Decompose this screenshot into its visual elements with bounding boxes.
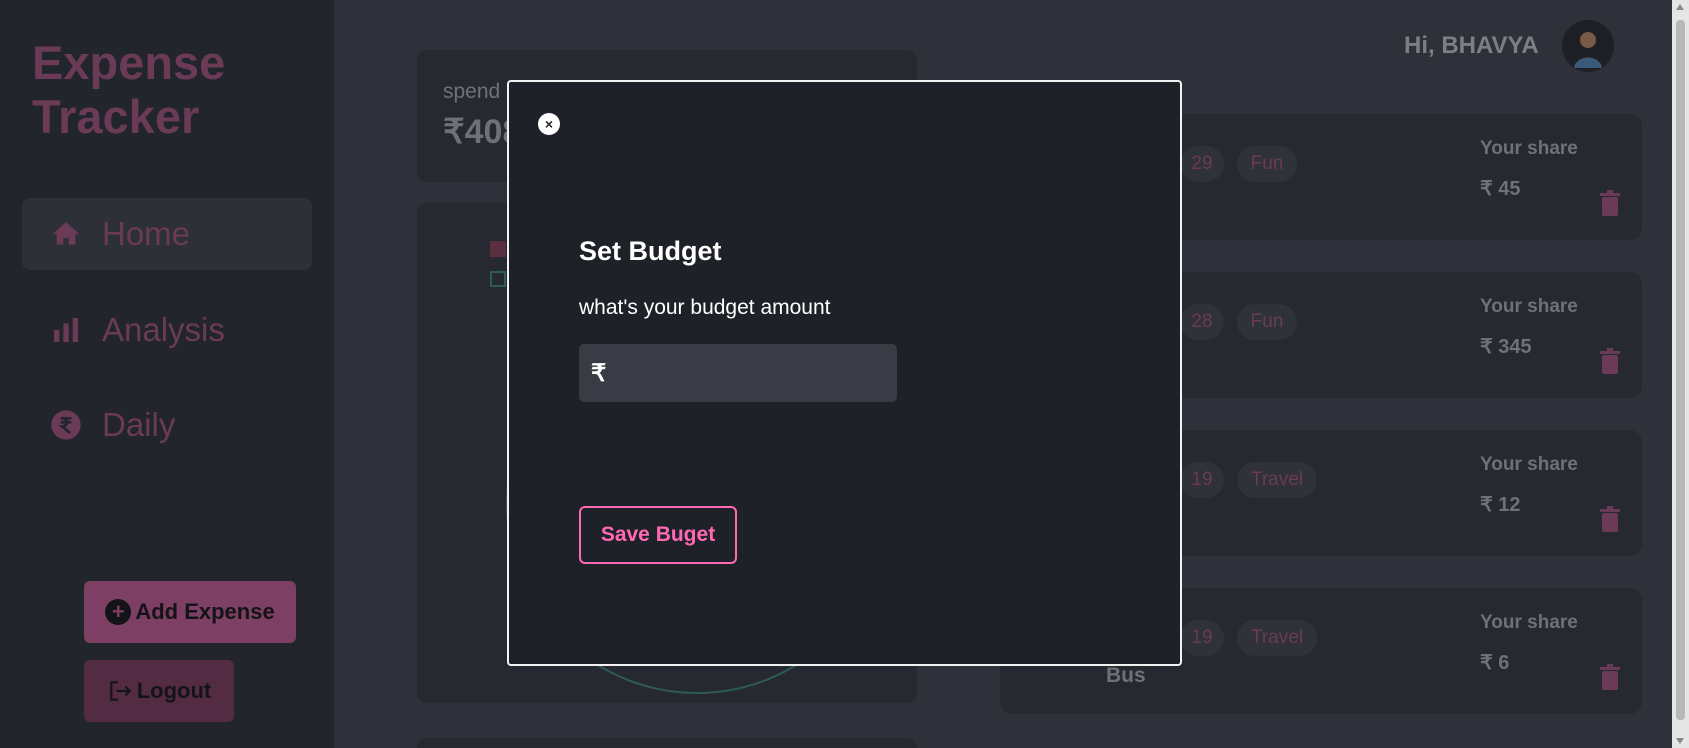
close-icon[interactable]: × — [538, 113, 560, 135]
budget-input-wrapper: ₹ — [579, 344, 897, 402]
set-budget-modal: × Set Budget what's your budget amount ₹… — [507, 80, 1182, 666]
modal-title: Set Budget — [579, 236, 722, 266]
budget-amount-input[interactable] — [612, 359, 873, 387]
modal-subtitle: what's your budget amount — [579, 296, 831, 319]
app-root: Expense Tracker Home Analysis Daily + Ad… — [0, 0, 1689, 748]
save-budget-button[interactable]: Save Buget — [579, 506, 737, 564]
rupee-icon: ₹ — [591, 359, 607, 387]
